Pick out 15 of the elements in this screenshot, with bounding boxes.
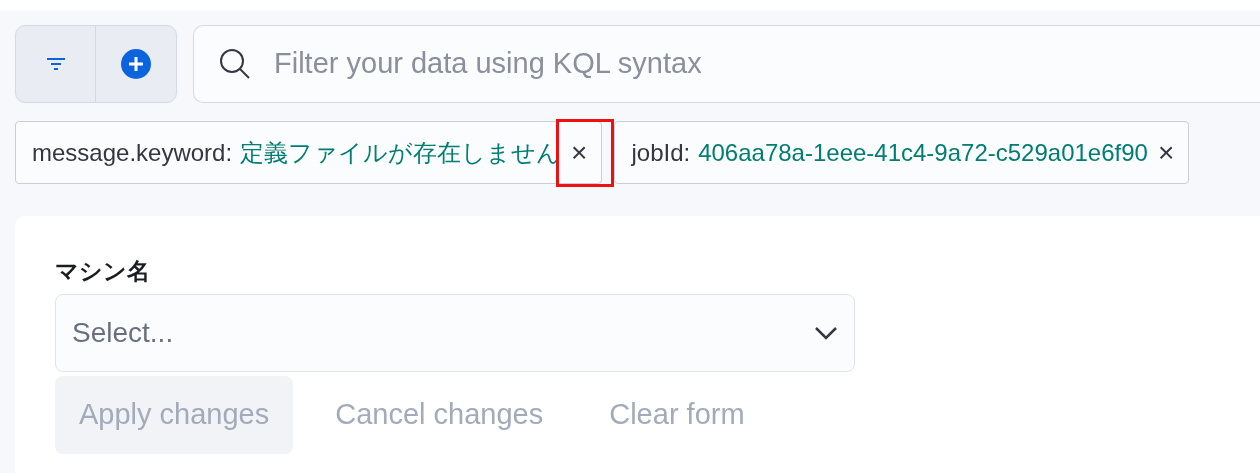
- filter-icon: [45, 57, 66, 71]
- select-field[interactable]: Select...: [55, 294, 855, 372]
- filter-pill[interactable]: jobId: 406aa78a-1eee-41c4-9a72-c529a01e6f90 ×: [614, 121, 1190, 184]
- select-placeholder: Select...: [72, 316, 174, 350]
- filter-value: 406aa78a-1eee-41c4-9a72-c529a01e6f90: [698, 137, 1148, 168]
- plus-icon: [121, 49, 151, 79]
- chevron-down-icon: [814, 326, 838, 340]
- field-label: マシン名: [55, 257, 151, 286]
- close-button[interactable]: ×: [1155, 138, 1177, 167]
- close-button[interactable]: ×: [569, 138, 590, 167]
- filter-field: jobId:: [631, 134, 691, 171]
- filter-field: message.keyword:: [32, 134, 233, 171]
- search-input[interactable]: Filter your data using KQL syntax: [274, 42, 1260, 86]
- search-field[interactable]: Filter your data using KQL syntax: [193, 25, 1260, 103]
- search-icon: [218, 47, 252, 81]
